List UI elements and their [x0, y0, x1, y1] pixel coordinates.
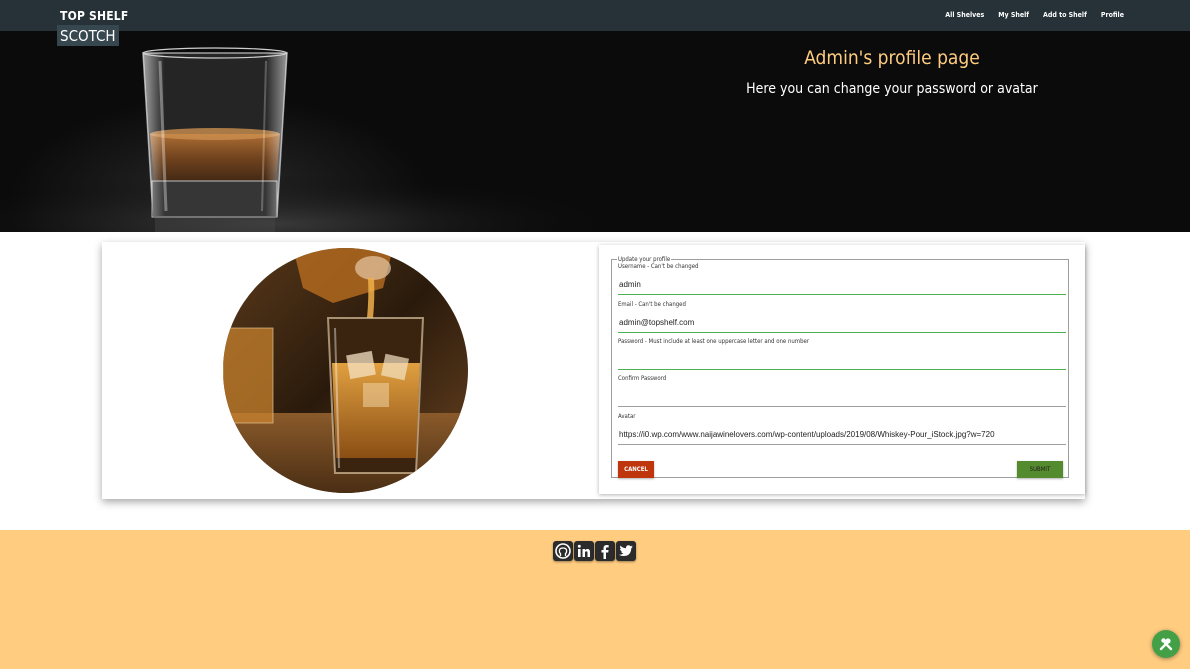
footer [0, 530, 1190, 669]
avatar-url-field[interactable] [618, 425, 1066, 445]
update-profile-fieldset: Update your profile Username - Can't be … [611, 256, 1069, 478]
email-field[interactable] [618, 313, 1066, 333]
username-label: Username - Can't be changed [618, 263, 699, 270]
linkedin-icon[interactable] [574, 541, 594, 561]
nav-all-shelves[interactable]: All Shelves [945, 11, 984, 19]
whisky-glass-image [0, 47, 600, 232]
profile-card: Update your profile Username - Can't be … [102, 242, 1085, 499]
confirm-password-label: Confirm Password [618, 375, 667, 382]
tools-icon [1159, 638, 1173, 651]
username-field[interactable] [618, 275, 1066, 295]
brand-logo[interactable]: TOP SHELF SCOTCH [57, 9, 128, 46]
submit-button[interactable]: SUBMIT [1017, 461, 1063, 478]
nav-links: All Shelves My Shelf Add to Shelf Profil… [945, 11, 1124, 19]
avatar-image [223, 248, 468, 493]
github-icon[interactable] [553, 541, 573, 561]
avatar-label: Avatar [618, 413, 636, 420]
confirm-password-field[interactable] [618, 387, 1066, 407]
password-field[interactable] [618, 350, 1066, 370]
nav-add-to-shelf[interactable]: Add to Shelf [1043, 11, 1087, 19]
page-subtitle: Here you can change your password or ava… [746, 81, 1038, 97]
email-label: Email - Can't be changed [618, 301, 686, 308]
facebook-icon[interactable] [595, 541, 615, 561]
twitter-icon[interactable] [616, 541, 636, 561]
brand-line-2: SCOTCH [57, 25, 119, 46]
nav-profile[interactable]: Profile [1101, 11, 1124, 19]
update-profile-panel: Update your profile Username - Can't be … [599, 245, 1085, 494]
hero-banner: Admin's profile page Here you can change… [0, 31, 1190, 232]
cancel-button[interactable]: CANCEL [618, 461, 654, 478]
password-label: Password - Must include at least one upp… [618, 338, 810, 345]
brand-line-1: TOP SHELF [60, 9, 129, 23]
social-links [553, 541, 636, 561]
tools-fab-button[interactable] [1152, 630, 1180, 658]
navbar: TOP SHELF SCOTCH All Shelves My Shelf Ad… [0, 0, 1190, 46]
fieldset-legend: Update your profile [618, 256, 671, 263]
nav-my-shelf[interactable]: My Shelf [998, 11, 1029, 19]
page-title: Admin's profile page [804, 47, 980, 69]
